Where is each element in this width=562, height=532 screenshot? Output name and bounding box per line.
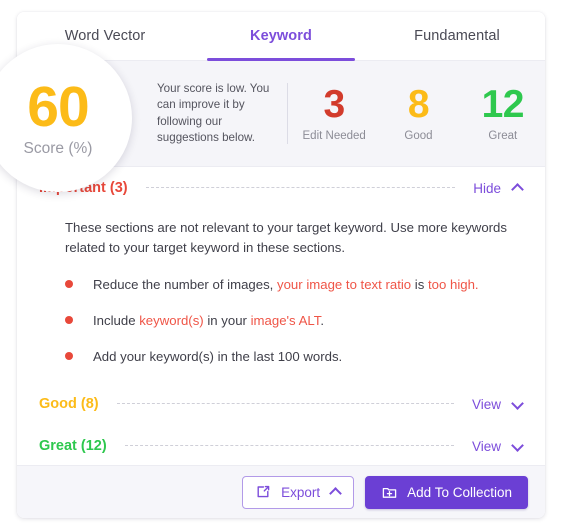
- add-box-icon: [381, 484, 398, 501]
- list-item: Include keyword(s) in your image's ALT.: [65, 311, 523, 330]
- plain-phrase: in your: [203, 313, 251, 329]
- highlighted-phrase: too high.: [428, 277, 479, 293]
- tab-fundamental[interactable]: Fundamental: [369, 12, 545, 60]
- section-description: These sections are not relevant to your …: [65, 220, 507, 255]
- plain-phrase: Reduce the number of images,: [93, 277, 277, 293]
- stats-group: 3 Edit Needed 8 Good 12 Great: [288, 61, 545, 166]
- stat-good: 8 Good: [382, 85, 454, 142]
- stat-edit-needed: 3 Edit Needed: [298, 85, 370, 142]
- dashed-divider: [116, 403, 454, 405]
- export-button[interactable]: Export: [242, 475, 355, 509]
- dashed-divider: [124, 445, 454, 447]
- plain-phrase: is: [411, 277, 428, 293]
- tab-label: Keyword: [250, 28, 312, 44]
- card-footer: Export Add To Collection: [17, 465, 545, 518]
- score-advice-text: Your score is low. You can improve it by…: [157, 81, 270, 144]
- suggestion-list: Reduce the number of images, your image …: [39, 275, 523, 366]
- plain-phrase: Include: [93, 313, 140, 329]
- stat-value: 12: [481, 83, 525, 127]
- tab-label: Word Vector: [64, 28, 146, 44]
- app-root: Word Vector Keyword Fundamental Your sco…: [0, 0, 562, 532]
- list-item: Add your keyword(s) in the last 100 word…: [65, 347, 523, 366]
- list-item: Reduce the number of images, your image …: [65, 275, 523, 294]
- chevron-down-icon: [512, 441, 523, 452]
- section-title: Good (8): [39, 396, 99, 413]
- stat-label: Great: [488, 129, 518, 142]
- chevron-up-icon: [512, 183, 523, 194]
- tab-label: Fundamental: [414, 28, 500, 44]
- plain-phrase: Add your keyword(s) in the last 100 word…: [93, 349, 343, 365]
- stat-label: Good: [404, 129, 433, 142]
- share-export-icon: [255, 484, 271, 500]
- section-action-label: View: [471, 396, 501, 412]
- score-label: Score (%): [23, 139, 93, 157]
- section-header-great[interactable]: Great (12) View: [39, 425, 523, 467]
- section-title: Great (12): [39, 438, 107, 455]
- add-to-collection-label: Add To Collection: [407, 484, 512, 500]
- highlighted-phrase: your image to text ratio: [277, 277, 412, 293]
- bullet-text-0: Reduce the number of images, your image …: [93, 277, 479, 292]
- plain-phrase: .: [320, 313, 324, 329]
- chevron-up-icon: [330, 487, 341, 498]
- dashed-divider: [145, 187, 456, 189]
- tab-keyword[interactable]: Keyword: [193, 12, 369, 61]
- section-action-label: View: [471, 438, 501, 454]
- stat-label: Edit Needed: [302, 129, 366, 142]
- stat-great: 12 Great: [467, 85, 539, 142]
- section-header-good[interactable]: Good (8) View: [39, 383, 523, 425]
- score-value: 60: [27, 74, 89, 139]
- stat-value: 8: [407, 83, 430, 127]
- stat-value: 3: [323, 83, 346, 127]
- highlighted-phrase: image's ALT: [250, 313, 321, 329]
- bullet-text-1: Include keyword(s) in your image's ALT.: [93, 313, 324, 328]
- add-to-collection-button[interactable]: Add To Collection: [365, 475, 528, 509]
- export-button-label: Export: [281, 484, 321, 500]
- section-toggle-great[interactable]: View: [472, 439, 523, 454]
- results-body: Important (3) Hide These sections are no…: [17, 167, 545, 471]
- highlighted-phrase: keyword(s): [139, 313, 204, 329]
- section-toggle-important[interactable]: Hide: [473, 181, 523, 196]
- section-action-label: Hide: [473, 180, 501, 196]
- chevron-down-icon: [512, 399, 523, 410]
- bullet-text-2: Add your keyword(s) in the last 100 word…: [93, 349, 342, 364]
- section-header-important[interactable]: Important (3) Hide: [39, 167, 523, 209]
- section-toggle-good[interactable]: View: [472, 397, 523, 412]
